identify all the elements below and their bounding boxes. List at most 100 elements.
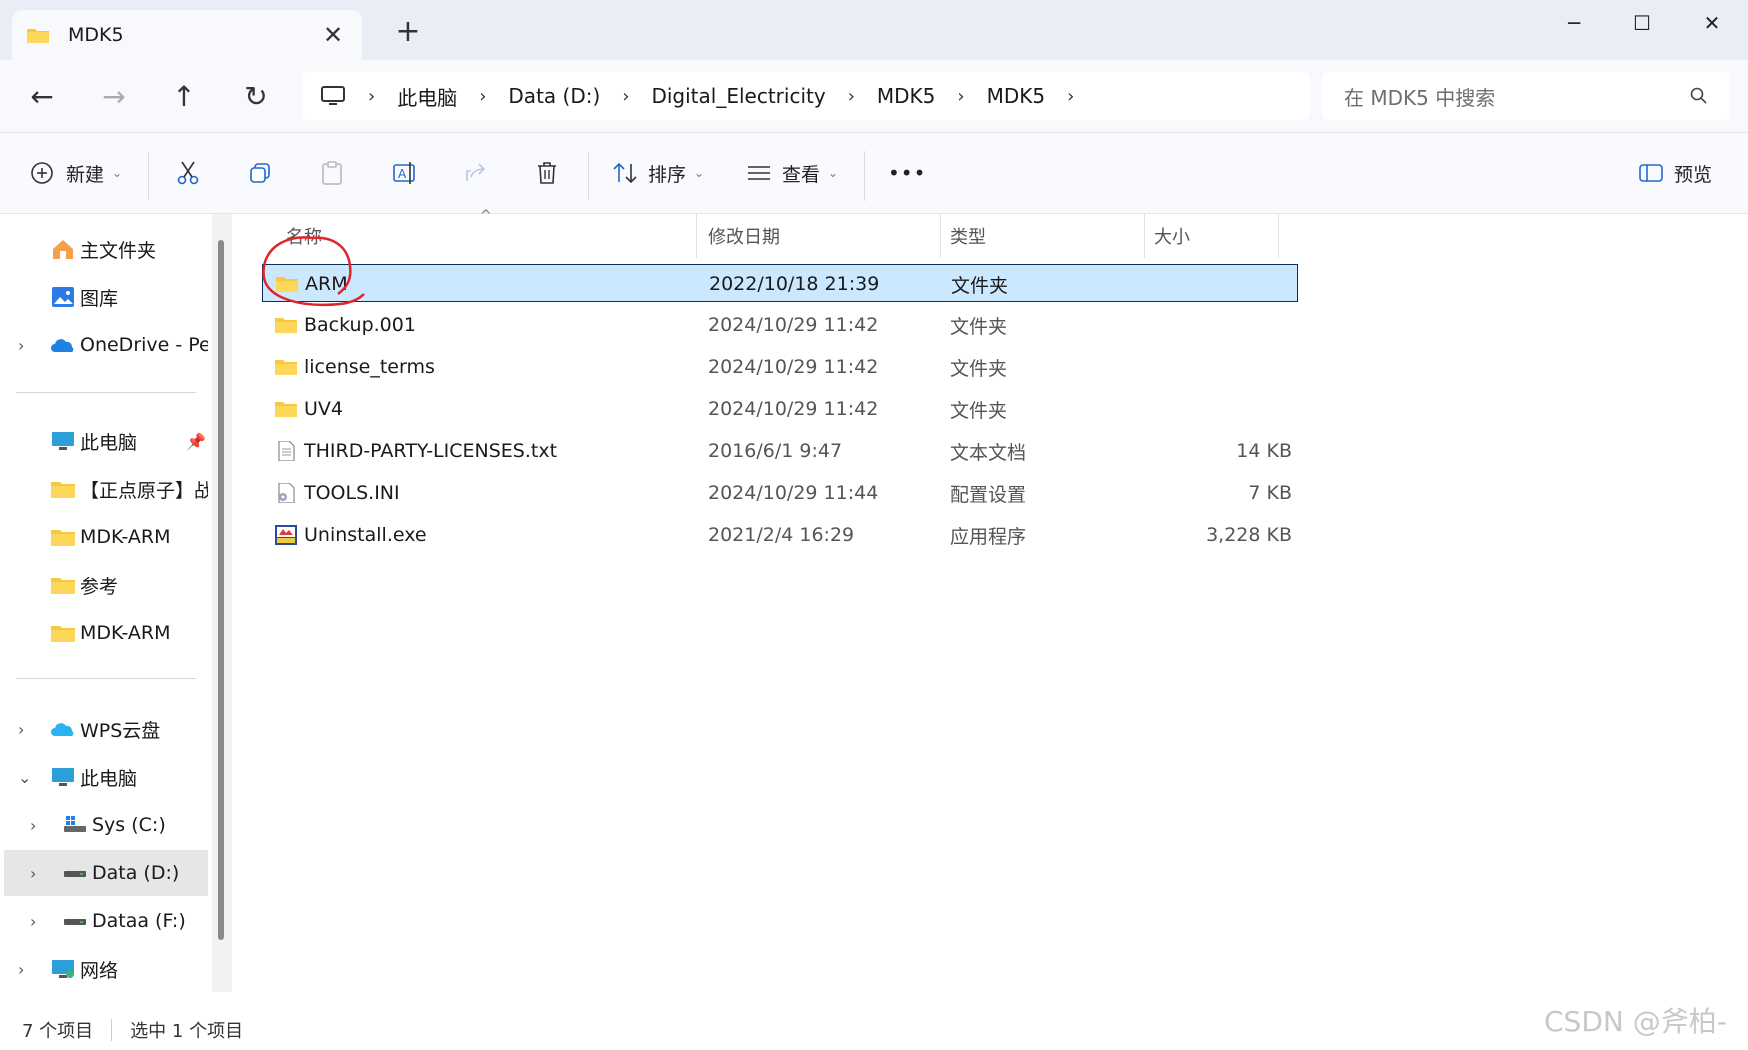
- table-row[interactable]: ARM 2022/10/18 21:39 文件夹: [262, 264, 1298, 302]
- breadcrumb-mdk5-current[interactable]: MDK5: [987, 84, 1046, 108]
- breadcrumb-chevron[interactable]: ›: [1067, 86, 1074, 107]
- preview-pane-button[interactable]: 预览: [1638, 153, 1712, 193]
- paste-button[interactable]: [320, 153, 344, 193]
- file-name: TOOLS.INI: [304, 482, 400, 504]
- breadcrumb-mdk5[interactable]: MDK5: [877, 84, 936, 108]
- tab-title: MDK5: [68, 24, 124, 46]
- sidebar-item-onedrive[interactable]: › OneDrive - Per: [0, 322, 208, 368]
- svg-text:A: A: [398, 167, 407, 181]
- sidebar-item-folder[interactable]: 【正点原子】战: [0, 466, 208, 512]
- table-row[interactable]: UV4 2024/10/29 11:42 文件夹: [262, 390, 1298, 428]
- copy-button[interactable]: [248, 153, 272, 193]
- gallery-icon: [52, 287, 74, 307]
- chevron-right-icon[interactable]: ›: [18, 336, 24, 355]
- navigation-bar: ← → ↑ ↻ › 此电脑 › Data (D:) › Digital_Elec…: [0, 60, 1748, 132]
- sidebar-item-this-pc-pinned[interactable]: 此电脑 📌: [0, 418, 208, 464]
- minimize-button[interactable]: ─: [1544, 6, 1604, 40]
- sidebar-scrollbar-thumb[interactable]: [218, 240, 224, 940]
- sidebar-item-dataa-f[interactable]: › Dataa (F:): [0, 898, 208, 944]
- column-divider[interactable]: [1278, 214, 1279, 258]
- back-button[interactable]: ←: [22, 76, 62, 116]
- new-button[interactable]: 新建 ⌄: [30, 153, 122, 193]
- table-row[interactable]: license_terms 2024/10/29 11:42 文件夹: [262, 348, 1298, 386]
- forward-button[interactable]: →: [94, 76, 134, 116]
- config-file-icon: [278, 483, 295, 503]
- table-row[interactable]: Backup.001 2024/10/29 11:42 文件夹: [262, 306, 1298, 344]
- sidebar-item-network[interactable]: › 网络: [0, 946, 208, 992]
- breadcrumb-this-pc[interactable]: 此电脑: [397, 82, 457, 111]
- sidebar-item-wps-cloud[interactable]: › WPS云盘: [0, 706, 208, 752]
- selected-count: 选中 1 个项目: [130, 1021, 244, 1042]
- up-button[interactable]: ↑: [164, 76, 204, 116]
- sidebar-item-label: Data (D:): [92, 862, 180, 884]
- address-bar[interactable]: › 此电脑 › Data (D:) › Digital_Electricity …: [302, 72, 1310, 120]
- refresh-button[interactable]: ↻: [236, 76, 276, 116]
- exe-icon: [275, 525, 297, 545]
- sort-icon: [613, 162, 637, 184]
- file-name: THIRD-PARTY-LICENSES.txt: [304, 440, 558, 462]
- breadcrumb-chevron[interactable]: ›: [479, 86, 486, 107]
- sidebar-item-home[interactable]: 主文件夹: [0, 226, 208, 272]
- column-divider[interactable]: [696, 214, 697, 258]
- breadcrumb-chevron[interactable]: ›: [368, 86, 375, 107]
- breadcrumb-digital-electricity[interactable]: Digital_Electricity: [651, 84, 825, 108]
- breadcrumb-chevron[interactable]: ›: [622, 86, 629, 107]
- chevron-right-icon[interactable]: ›: [18, 960, 24, 979]
- windows-drive-icon: [64, 816, 86, 832]
- rename-button[interactable]: A: [392, 153, 418, 193]
- sidebar-item-data-d[interactable]: › Data (D:): [4, 850, 208, 896]
- chevron-right-icon[interactable]: ›: [30, 912, 36, 931]
- preview-label: 预览: [1674, 163, 1713, 186]
- sidebar-item-folder[interactable]: MDK-ARM: [0, 514, 208, 560]
- column-divider[interactable]: [1144, 214, 1145, 258]
- chevron-right-icon[interactable]: ›: [30, 816, 36, 835]
- file-modified: 2024/10/29 11:42: [708, 356, 879, 378]
- sidebar-item-this-pc[interactable]: ⌄ 此电脑: [0, 754, 208, 800]
- column-header-size[interactable]: 大小: [1154, 214, 1190, 258]
- more-options-button[interactable]: •••: [888, 153, 926, 193]
- tab-close-icon[interactable]: ✕: [318, 21, 348, 49]
- status-divider: [111, 1019, 113, 1041]
- breadcrumb-chevron[interactable]: ›: [848, 86, 855, 107]
- sidebar-item-sys-c[interactable]: › Sys (C:): [0, 802, 208, 848]
- breadcrumb-data-d[interactable]: Data (D:): [508, 84, 600, 108]
- table-row[interactable]: TOOLS.INI 2024/10/29 11:44 配置设置 7 KB: [262, 474, 1298, 512]
- chevron-down-icon: ⌄: [828, 166, 839, 180]
- maximize-button[interactable]: ☐: [1612, 6, 1672, 40]
- sort-button[interactable]: 排序 ⌄: [612, 153, 704, 193]
- table-row[interactable]: THIRD-PARTY-LICENSES.txt 2016/6/1 9:47 文…: [262, 432, 1298, 470]
- share-button[interactable]: [464, 153, 488, 193]
- red-annotation-circle: [262, 236, 365, 307]
- column-header-type[interactable]: 类型: [950, 214, 986, 258]
- tab-mdk5[interactable]: MDK5 ✕: [12, 10, 362, 60]
- delete-button[interactable]: [536, 153, 558, 193]
- toolbar-separator: [148, 151, 149, 201]
- view-button[interactable]: 查看 ⌄: [746, 153, 838, 193]
- sidebar-item-label: Dataa (F:): [92, 910, 186, 932]
- table-row[interactable]: Uninstall.exe 2021/2/4 16:29 应用程序 3,228 …: [262, 516, 1298, 554]
- file-name: UV4: [304, 398, 343, 420]
- cut-button[interactable]: [176, 153, 200, 193]
- chevron-down-icon[interactable]: ⌄: [18, 768, 31, 787]
- folder-icon: [51, 482, 75, 498]
- chevron-right-icon[interactable]: ›: [30, 864, 36, 883]
- search-input[interactable]: 在 MDK5 中搜索: [1322, 72, 1730, 120]
- column-header-modified[interactable]: 修改日期: [708, 214, 780, 258]
- pin-icon[interactable]: 📌: [186, 432, 206, 451]
- file-size: 3,228 KB: [1206, 524, 1292, 546]
- sidebar-item-folder[interactable]: MDK-ARM: [0, 610, 208, 656]
- sidebar-item-label: WPS云盘: [80, 719, 161, 742]
- chevron-right-icon[interactable]: ›: [18, 720, 24, 739]
- close-window-button[interactable]: ✕: [1682, 6, 1742, 40]
- sidebar-item-folder[interactable]: 参考: [0, 562, 208, 608]
- column-divider[interactable]: [940, 214, 941, 258]
- drive-icon: [64, 919, 86, 925]
- sidebar-item-gallery[interactable]: 图库: [0, 274, 208, 320]
- new-tab-button[interactable]: +: [390, 14, 426, 49]
- folder-icon: [27, 29, 49, 43]
- preview-pane-icon: [1639, 164, 1663, 182]
- sidebar-item-label: 图库: [80, 287, 119, 310]
- file-type: 文件夹: [950, 399, 1008, 422]
- copy-icon: [250, 163, 270, 183]
- breadcrumb-chevron[interactable]: ›: [957, 86, 964, 107]
